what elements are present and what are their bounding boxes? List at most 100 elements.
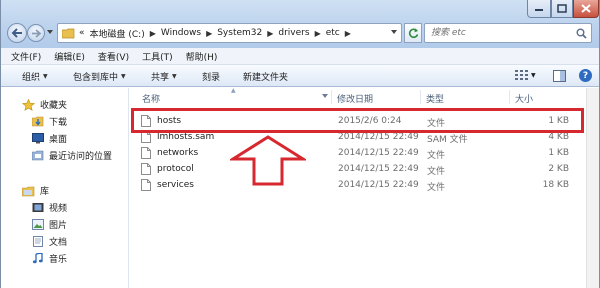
up-arrow-annotation-icon xyxy=(230,135,306,186)
nav-desktop-label: 桌面 xyxy=(49,135,68,145)
file-modified: 2014/12/15 22:49 xyxy=(338,148,419,158)
command-bar: 组织 ▼ 包含到库中 ▼ 共享 ▼ 刻录 新建文件夹 ▼ ? xyxy=(1,65,599,87)
address-overflow[interactable]: « xyxy=(79,28,85,38)
column-size[interactable]: 大小 xyxy=(515,92,533,105)
file-row[interactable]: services 2014/12/15 22:49 文件 18 KB xyxy=(130,178,586,194)
breadcrumb-separator-icon[interactable]: ▶ xyxy=(267,29,273,38)
maximize-button[interactable] xyxy=(551,0,573,18)
breadcrumb-separator-icon[interactable]: ▶ xyxy=(206,29,212,38)
nav-pictures[interactable]: 图片 xyxy=(32,218,67,231)
nav-libraries-label: 库 xyxy=(40,187,50,197)
nav-music[interactable]: 音乐 xyxy=(32,252,67,265)
file-icon xyxy=(141,147,151,159)
file-type: SAM 文件 xyxy=(427,135,468,145)
nav-pictures-label: 图片 xyxy=(49,221,68,231)
video-icon xyxy=(32,203,44,212)
folder-icon xyxy=(62,28,75,38)
file-icon xyxy=(141,179,151,191)
file-modified: 2014/12/15 22:49 xyxy=(338,180,419,190)
hosts-highlight-box xyxy=(131,108,584,133)
nav-favorites-label: 收藏夹 xyxy=(40,101,68,111)
column-divider[interactable] xyxy=(420,90,421,104)
breadcrumb-windows[interactable]: Windows xyxy=(161,28,201,38)
share-button[interactable]: 共享 ▼ xyxy=(151,70,177,83)
chevron-down-icon: ▼ xyxy=(43,73,48,80)
breadcrumb-etc[interactable]: etc xyxy=(326,28,340,38)
search-input[interactable]: 搜索 etc xyxy=(424,23,592,43)
nav-recent-places[interactable]: 最近访问的位置 xyxy=(32,149,112,162)
menu-help[interactable]: 帮助(H) xyxy=(186,50,218,63)
file-type: 文件 xyxy=(427,151,446,161)
file-size: 2 KB xyxy=(548,164,569,174)
music-icon xyxy=(32,253,43,264)
file-row[interactable]: protocol 2014/12/15 22:49 文件 2 KB xyxy=(130,162,586,178)
preview-pane-icon[interactable] xyxy=(553,70,566,82)
new-folder-button[interactable]: 新建文件夹 xyxy=(243,70,288,83)
file-name: networks xyxy=(157,148,199,158)
vertical-scrollbar[interactable] xyxy=(586,88,599,288)
breadcrumb-separator-icon[interactable]: ▶ xyxy=(150,29,156,38)
file-type: 文件 xyxy=(427,183,446,193)
column-filter-dropdown-icon[interactable] xyxy=(322,94,328,98)
address-bar[interactable]: « 本地磁盘 (C:) ▶ Windows ▶ System32 ▶ drive… xyxy=(57,23,402,43)
column-modified[interactable]: 修改日期 xyxy=(337,92,373,105)
column-divider[interactable] xyxy=(331,90,332,104)
organize-button[interactable]: 组织 ▼ xyxy=(22,70,48,83)
menu-tools[interactable]: 工具(T) xyxy=(142,50,173,63)
file-size: 1 KB xyxy=(548,148,569,158)
file-size: 18 KB xyxy=(542,180,569,190)
breadcrumb-separator-icon[interactable]: ▶ xyxy=(315,29,321,38)
breadcrumb-system32[interactable]: System32 xyxy=(217,28,262,38)
nav-downloads-label: 下载 xyxy=(49,118,68,128)
burn-label: 刻录 xyxy=(202,73,221,83)
file-name: protocol xyxy=(157,164,194,174)
close-icon xyxy=(581,4,591,13)
search-placeholder: 搜索 etc xyxy=(431,28,466,38)
nav-documents-label: 文档 xyxy=(49,238,68,248)
sort-ascending-icon: ▲ xyxy=(231,87,236,94)
burn-button[interactable]: 刻录 xyxy=(202,70,220,83)
change-view-button[interactable]: ▼ xyxy=(515,70,536,80)
forward-button[interactable] xyxy=(27,24,45,42)
column-name[interactable]: 名称 xyxy=(142,92,160,105)
file-type: 文件 xyxy=(427,167,446,177)
help-icon[interactable]: ? xyxy=(579,69,592,82)
chevron-down-icon: ▼ xyxy=(172,73,177,80)
file-size: 4 KB xyxy=(548,132,569,142)
file-row[interactable]: networks 2014/12/15 22:49 文件 1 KB xyxy=(130,146,586,162)
column-divider[interactable] xyxy=(509,90,510,104)
nav-videos[interactable]: 视频 xyxy=(32,201,67,214)
file-name: lmhosts.sam xyxy=(157,132,215,142)
navigation-pane: 收藏夹 下载 桌面 最近访问的位置 库 视频 图片 文档 音乐 xyxy=(1,88,129,288)
chevron-down-icon: ▼ xyxy=(531,71,536,79)
breadcrumb-separator-icon[interactable]: ▶ xyxy=(345,29,351,38)
file-modified: 2014/12/15 22:49 xyxy=(338,132,419,142)
nav-libraries[interactable]: 库 xyxy=(22,184,49,197)
breadcrumb-drive[interactable]: 本地磁盘 (C:) xyxy=(90,27,145,40)
nav-favorites[interactable]: 收藏夹 xyxy=(22,98,67,111)
recent-pages-dropdown-icon[interactable] xyxy=(47,30,53,34)
nav-desktop[interactable]: 桌面 xyxy=(32,132,67,145)
organize-label: 组织 xyxy=(22,73,41,83)
minimize-icon xyxy=(535,8,543,11)
menu-file[interactable]: 文件(F) xyxy=(11,50,41,63)
file-name: services xyxy=(157,180,194,190)
nav-recent-places-label: 最近访问的位置 xyxy=(49,152,113,162)
nav-downloads[interactable]: 下载 xyxy=(32,115,67,128)
minimize-button[interactable] xyxy=(527,0,551,18)
pictures-icon xyxy=(32,219,44,230)
back-button[interactable] xyxy=(7,23,27,43)
menu-view[interactable]: 查看(V) xyxy=(98,50,129,63)
search-icon xyxy=(576,28,587,39)
forward-arrow-icon xyxy=(31,28,41,38)
menu-edit[interactable]: 编辑(E) xyxy=(54,50,85,63)
column-header-row: 名称 ▲ 修改日期 类型 大小 xyxy=(130,87,586,105)
share-label: 共享 xyxy=(151,73,170,83)
address-history-dropdown-icon[interactable] xyxy=(391,30,397,34)
nav-documents[interactable]: 文档 xyxy=(32,235,67,248)
refresh-button[interactable] xyxy=(404,23,422,43)
close-button[interactable] xyxy=(573,0,599,18)
include-in-library-button[interactable]: 包含到库中 ▼ xyxy=(73,70,126,83)
breadcrumb-drivers[interactable]: drivers xyxy=(278,28,309,38)
column-type[interactable]: 类型 xyxy=(426,92,444,105)
